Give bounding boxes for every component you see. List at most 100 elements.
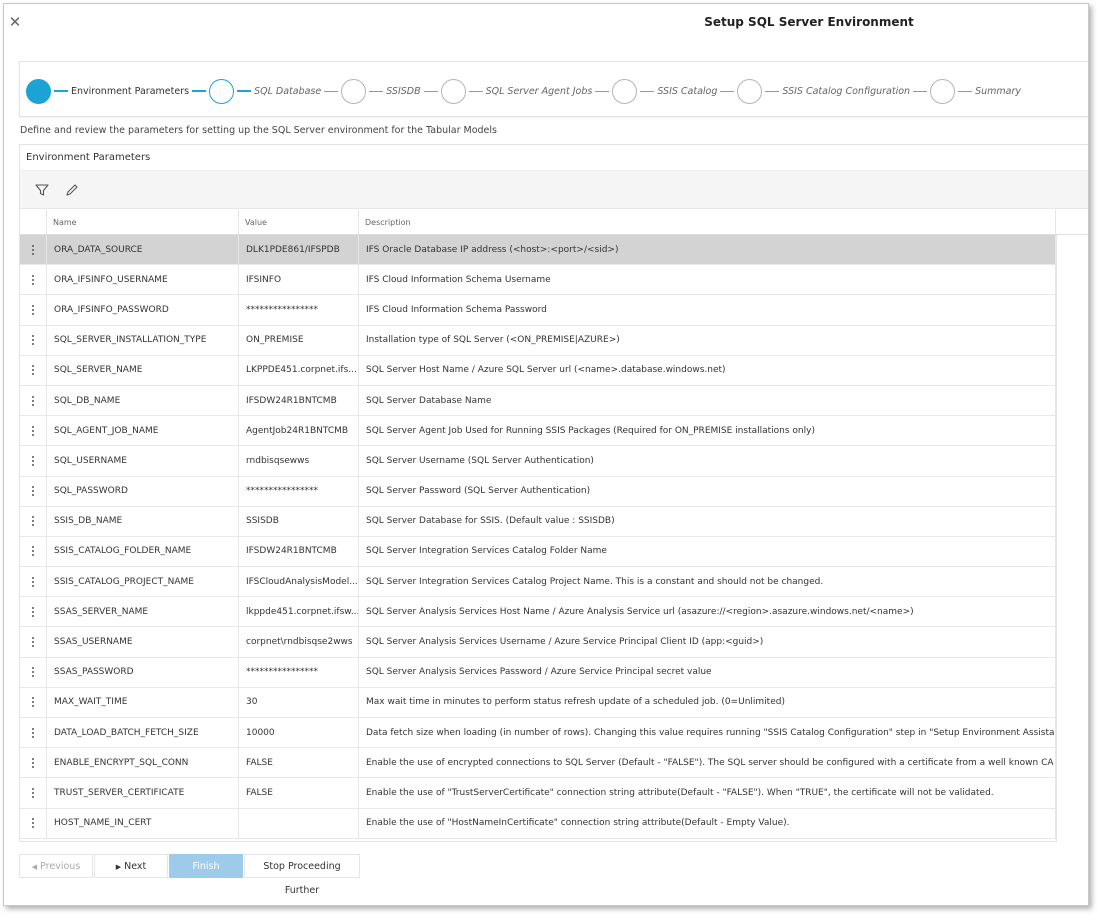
step-label[interactable]: SSIS Catalog	[657, 86, 717, 97]
table-row[interactable]: SSAS_SERVER_NAME lkppde451.corpnet.ifsw..…	[20, 597, 1088, 628]
table-row[interactable]: SQL_USERNAME rndbisqsewws SQL Server Usern…	[20, 446, 1088, 477]
row-menu-icon[interactable]	[20, 597, 47, 627]
table-row[interactable]: MAX_WAIT_TIME 30 Max wait time in minutes …	[20, 687, 1088, 718]
row-menu-icon[interactable]	[20, 416, 47, 446]
name-cell: SQL_PASSWORD	[47, 476, 239, 506]
step-3[interactable]: SQL Server Agent Jobs	[421, 78, 593, 104]
row-menu-icon[interactable]	[20, 567, 47, 597]
next-label: Next	[124, 861, 147, 872]
row-menu-icon[interactable]	[20, 446, 47, 476]
table-row[interactable]: SSIS_CATALOG_FOLDER_NAME IFSDW24R1BNTCMB S…	[20, 536, 1088, 568]
description-cell: Enable the use of "HostNameInCertificate…	[359, 808, 1056, 838]
parameters-table: Name Value Description ORA_DATA_SOURCE DL…	[20, 210, 1088, 842]
vertical-scrollbar[interactable]	[1056, 235, 1088, 842]
table-row[interactable]: ORA_IFSINFO_USERNAME IFSINFO IFS Cloud Inf…	[20, 265, 1088, 296]
row-menu-icon[interactable]	[20, 295, 47, 325]
step-label[interactable]: SQL Server Agent Jobs	[486, 86, 593, 97]
row-menu-icon[interactable]	[20, 748, 47, 778]
step-label[interactable]: Summary	[975, 86, 1021, 97]
step-label[interactable]: SSISDB	[386, 86, 420, 97]
step-circle[interactable]	[26, 78, 51, 104]
table-row[interactable]: ORA_DATA_SOURCE DLK1PDE861/IFSPDB IFS Orac…	[20, 235, 1088, 266]
description-cell: Data fetch size when loading (in number …	[359, 718, 1056, 748]
table-row[interactable]: DATA_LOAD_BATCH_FETCH_SIZE 10000 Data fetc…	[20, 718, 1088, 749]
step-connector	[958, 90, 973, 92]
name-cell: SSAS_SERVER_NAME	[47, 597, 239, 627]
table-row[interactable]: SQL_PASSWORD **************** SQL Server P…	[20, 476, 1088, 507]
name-cell: SSAS_USERNAME	[47, 627, 239, 657]
table-row[interactable]: HOST_NAME_IN_CERT Enable the use of "Host…	[20, 808, 1088, 839]
stop-proceeding-button[interactable]: Stop Proceeding Further	[244, 854, 360, 896]
description-cell: SQL Server Integration Services Catalog …	[359, 536, 1056, 567]
row-menu-icon[interactable]	[20, 385, 47, 416]
name-cell: MAX_WAIT_TIME	[47, 687, 239, 717]
previous-button[interactable]: ◀ Previous	[19, 854, 93, 878]
step-circle[interactable]	[612, 78, 638, 104]
table-row[interactable]: SQL_AGENT_JOB_NAME AgentJob24R1BNTCMB SQL …	[20, 416, 1088, 447]
step-circle[interactable]	[209, 78, 235, 104]
row-menu-icon[interactable]	[20, 265, 47, 295]
step-label[interactable]: SQL Database	[254, 86, 321, 97]
row-menu-icon[interactable]	[20, 778, 47, 808]
header-spacer	[1056, 210, 1088, 234]
step-0[interactable]: Environment Parameters	[26, 78, 189, 104]
step-1[interactable]: SQL Database	[189, 78, 321, 104]
table-row[interactable]: SSAS_PASSWORD **************** SQL Server …	[20, 657, 1088, 688]
name-cell: ORA_IFSINFO_PASSWORD	[47, 295, 239, 325]
table-row[interactable]: ORA_IFSINFO_PASSWORD **************** IFS …	[20, 295, 1088, 326]
table-row[interactable]: TRUST_SERVER_CERTIFICATE FALSE Enable the …	[20, 778, 1088, 809]
step-circle[interactable]	[440, 78, 466, 104]
row-menu-icon[interactable]	[20, 476, 47, 506]
row-menu-icon[interactable]	[20, 355, 47, 385]
value-cell: FALSE	[239, 778, 359, 808]
row-menu-icon[interactable]	[20, 687, 47, 717]
next-button[interactable]: ▶ Next	[94, 854, 168, 878]
row-menu-icon[interactable]	[20, 657, 47, 687]
table-row[interactable]: SSIS_DB_NAME SSISDB SQL Server Database fo…	[20, 506, 1088, 537]
header-value[interactable]: Value	[239, 210, 359, 234]
step-connector	[369, 90, 384, 92]
header-description[interactable]: Description	[359, 210, 1056, 234]
row-menu-icon[interactable]	[20, 536, 47, 567]
step-circle[interactable]	[341, 78, 367, 104]
table-row[interactable]: SQL_SERVER_NAME LKPPDE451.corpnet.ifs... S…	[20, 355, 1088, 386]
row-menu-icon[interactable]	[20, 627, 47, 657]
step-2[interactable]: SSISDB	[321, 78, 421, 104]
finish-button[interactable]: Finish	[169, 854, 243, 878]
filter-icon[interactable]	[34, 182, 50, 198]
value-cell: LKPPDE451.corpnet.ifs...	[239, 355, 359, 385]
name-cell: DATA_LOAD_BATCH_FETCH_SIZE	[47, 718, 239, 748]
row-menu-icon[interactable]	[20, 718, 47, 748]
description-cell: SQL Server Password (SQL Server Authenti…	[359, 476, 1056, 506]
close-icon[interactable]: ✕	[8, 15, 22, 30]
name-cell: SQL_AGENT_JOB_NAME	[47, 416, 239, 446]
description-cell: Enable the use of "TrustServerCertificat…	[359, 778, 1056, 808]
step-connector	[765, 90, 780, 92]
step-connector	[720, 90, 735, 92]
row-menu-icon[interactable]	[20, 235, 47, 265]
pencil-icon[interactable]	[64, 182, 80, 198]
step-circle[interactable]	[737, 78, 763, 104]
table-row[interactable]: SQL_DB_NAME IFSDW24R1BNTCMB SQL Server Dat…	[20, 385, 1088, 417]
step-5[interactable]: SSIS Catalog Configuration	[717, 78, 910, 104]
description-cell: IFS Oracle Database IP address (<host>:<…	[359, 235, 1056, 265]
description-cell: Installation type of SQL Server (<ON_PRE…	[359, 325, 1056, 355]
table-row[interactable]: SSAS_USERNAME corpnet\rndbisqse2wws SQL Se…	[20, 627, 1088, 658]
row-menu-icon[interactable]	[20, 506, 47, 536]
header-name[interactable]: Name	[47, 210, 239, 234]
step-connector	[192, 90, 207, 92]
table-row[interactable]: SSIS_CATALOG_PROJECT_NAME IFSCloudAnalysi…	[20, 567, 1088, 598]
step-6[interactable]: Summary	[910, 78, 1021, 104]
step-circle[interactable]	[930, 78, 956, 104]
description-cell: IFS Cloud Information Schema Password	[359, 295, 1056, 325]
step-connector	[595, 90, 610, 92]
row-menu-icon[interactable]	[20, 808, 47, 838]
table-row[interactable]: SQL_SERVER_INSTALLATION_TYPE ON_PREMISE In…	[20, 325, 1088, 356]
value-cell: ****************	[239, 476, 359, 506]
step-label[interactable]: Environment Parameters	[71, 86, 189, 97]
step-connector	[54, 90, 68, 92]
table-row[interactable]: ENABLE_ENCRYPT_SQL_CONN FALSE Enable the u…	[20, 748, 1088, 779]
row-menu-icon[interactable]	[20, 325, 47, 355]
step-label[interactable]: SSIS Catalog Configuration	[782, 86, 910, 97]
step-4[interactable]: SSIS Catalog	[592, 78, 717, 104]
